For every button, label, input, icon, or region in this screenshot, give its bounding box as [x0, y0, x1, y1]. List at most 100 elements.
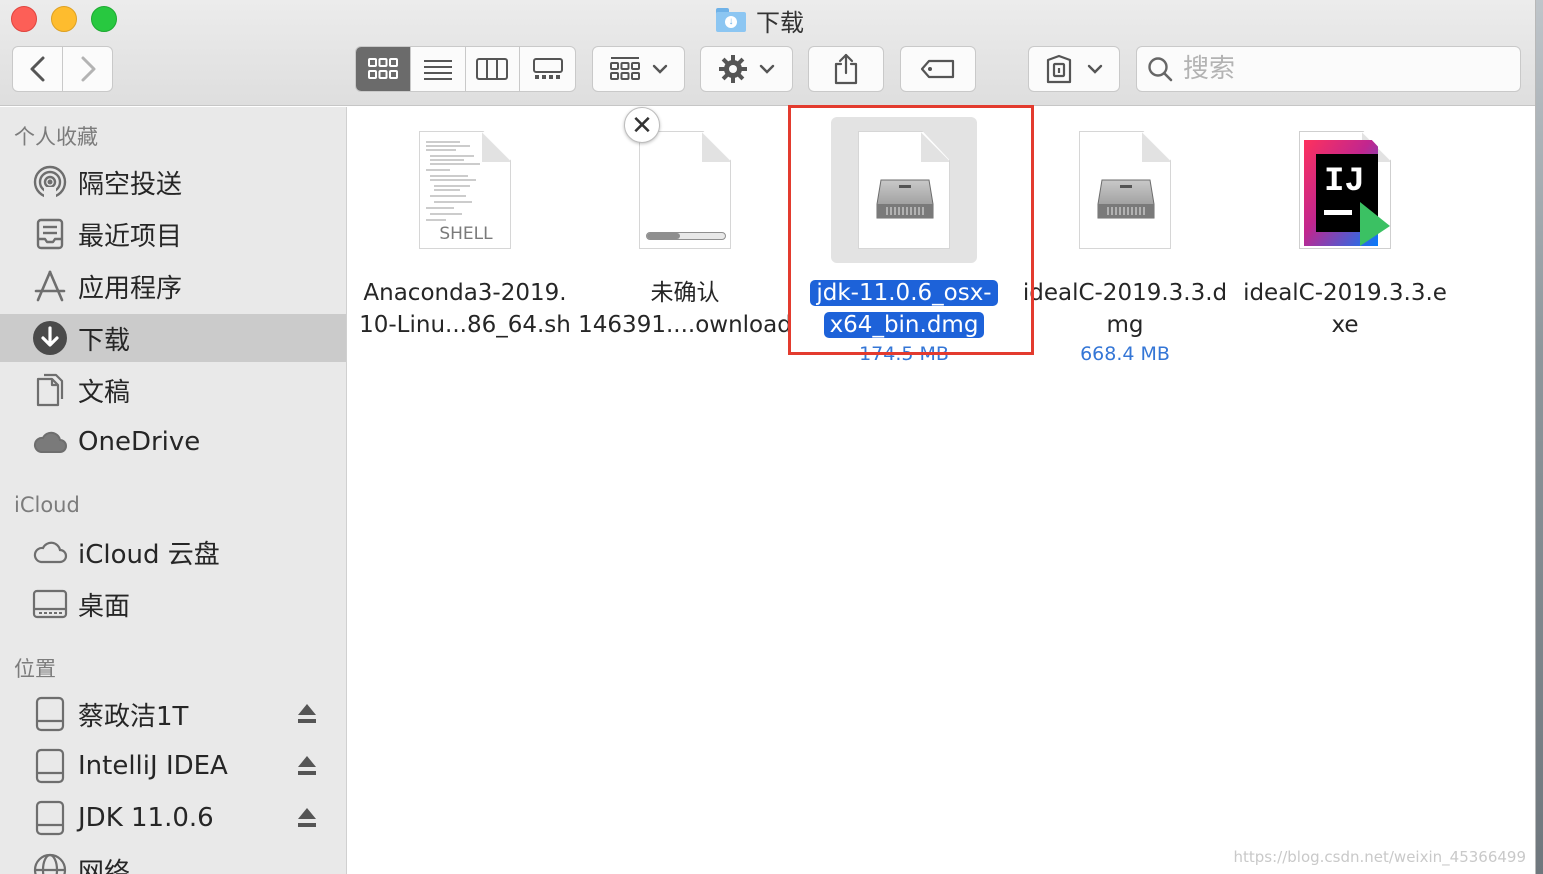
file-type-badge: SHELL: [439, 224, 493, 244]
icon-view-button[interactable]: [356, 47, 411, 91]
sidebar-item-label: 桌面: [78, 591, 131, 622]
hard-drive-icon: [1097, 179, 1155, 219]
sidebar-item-icloud-drive[interactable]: iCloud 云盘: [0, 528, 346, 576]
minimize-window-button[interactable]: [51, 6, 77, 32]
sidebar-item-label: 最近项目: [78, 221, 183, 252]
tag-icon: [920, 59, 955, 79]
sidebar-item-label: 蔡政洁1T: [78, 701, 189, 732]
hard-drive-icon: [876, 179, 934, 219]
eject-icon[interactable]: [297, 806, 317, 830]
toolbar: ↓ 下载: [0, 0, 1535, 106]
sidebar-item-label: iCloud 云盘: [78, 539, 220, 570]
window-title: ↓ 下载: [716, 4, 804, 37]
sidebar-item-documents[interactable]: 文稿: [0, 366, 346, 414]
file-size: 668.4 MB: [1080, 343, 1170, 365]
file-item[interactable]: 未确认 146391....ownload: [575, 117, 795, 341]
file-item-selected[interactable]: jdk-11.0.6_osx- x64_bin.dmg 174.5 MB: [794, 117, 1014, 365]
file-size: 174.5 MB: [859, 343, 949, 365]
network-icon: [32, 852, 68, 874]
file-name: idealC-2019.3.3.e xe: [1243, 280, 1447, 338]
group-icon: [609, 57, 640, 80]
window-title-text: 下载: [756, 9, 804, 37]
eject-icon[interactable]: [297, 702, 317, 726]
sidebar-item-desktop[interactable]: 桌面: [0, 580, 346, 628]
documents-icon: [32, 372, 68, 408]
list-view-button[interactable]: [411, 47, 466, 91]
sidebar-item-jdk[interactable]: JDK 11.0.6: [0, 794, 346, 842]
file-item[interactable]: SHELL Anaconda3-2019. 10-Linu...86_64.sh: [355, 117, 575, 341]
file-thumbnail: IJ: [1272, 117, 1418, 263]
file-thumbnail: [831, 117, 977, 263]
disk-image-icon: [1079, 131, 1171, 249]
back-button[interactable]: [12, 46, 63, 92]
sidebar-item-network[interactable]: 网络: [0, 846, 346, 874]
action-menu-button[interactable]: [700, 46, 793, 92]
close-window-button[interactable]: [11, 6, 37, 32]
disk-image-icon: [858, 131, 950, 249]
file-name: Anaconda3-2019. 10-Linu...86_64.sh: [359, 280, 571, 338]
sidebar-item-airdrop[interactable]: 隔空投送: [0, 158, 346, 206]
desktop-background: [1535, 0, 1543, 874]
cancel-download-icon[interactable]: ✕: [624, 107, 660, 143]
forward-button[interactable]: [62, 46, 113, 92]
search-field[interactable]: [1136, 46, 1521, 92]
storage-box-icon: [1046, 54, 1072, 84]
drive-icon: [32, 696, 68, 732]
sidebar-item-recents[interactable]: 最近项目: [0, 210, 346, 258]
column-view-button[interactable]: [466, 47, 521, 91]
chevron-down-icon: [652, 64, 667, 74]
sidebar-item-applications[interactable]: 应用程序: [0, 262, 346, 310]
sidebar-heading-icloud: iCloud: [14, 493, 80, 517]
downloads-folder-icon: ↓: [716, 8, 746, 32]
cloud-icon: [32, 534, 68, 570]
arrange-button[interactable]: [592, 46, 685, 92]
file-browser: SHELL Anaconda3-2019. 10-Linu...86_64.sh…: [348, 107, 1535, 874]
file-item[interactable]: IJ idealC-2019.3.3.e xe: [1235, 117, 1455, 341]
chevron-down-icon: [1087, 64, 1103, 74]
gallery-icon: [532, 58, 563, 79]
file-name: 未确认 146391....ownload: [578, 280, 792, 338]
applications-icon: [32, 268, 68, 304]
sidebar-item-label: 网络: [78, 857, 131, 874]
desktop-icon: [32, 586, 68, 622]
download-file-icon: [639, 131, 731, 249]
search-input[interactable]: [1183, 54, 1503, 84]
share-button[interactable]: [808, 46, 884, 92]
zoom-window-button[interactable]: [91, 6, 117, 32]
gallery-view-button[interactable]: [520, 47, 575, 91]
sidebar-item-intellij-idea[interactable]: IntelliJ IDEA: [0, 742, 346, 790]
tags-button[interactable]: [900, 46, 976, 92]
file-name: idealC-2019.3.3.d mg: [1022, 280, 1228, 338]
file-name: jdk-11.0.6_osx- x64_bin.dmg: [794, 277, 1014, 341]
sidebar-heading-locations: 位置: [14, 657, 56, 681]
airdrop-icon: [32, 164, 68, 200]
cloud-icon: [32, 424, 68, 460]
sidebar-item-label: 文稿: [78, 377, 131, 408]
sidebar-item-label: 下载: [78, 325, 131, 356]
sidebar-item-label: IntelliJ IDEA: [78, 751, 228, 781]
sidebar-item-drive-1t[interactable]: 蔡政洁1T: [0, 690, 346, 738]
view-mode-segmented-control: [355, 46, 576, 92]
storage-button[interactable]: [1028, 46, 1120, 92]
sidebar-item-label: 应用程序: [78, 273, 183, 304]
columns-icon: [476, 58, 509, 80]
share-icon: [834, 53, 858, 85]
downloads-icon: [32, 320, 68, 356]
file-item[interactable]: idealC-2019.3.3.d mg 668.4 MB: [1015, 117, 1235, 365]
chevron-left-icon: [30, 56, 44, 82]
sidebar-item-downloads[interactable]: 下载: [0, 314, 346, 362]
download-progress-bar: [646, 232, 726, 240]
file-thumbnail: SHELL: [392, 117, 538, 263]
search-icon: [1148, 57, 1173, 82]
sidebar-item-onedrive[interactable]: OneDrive: [0, 418, 346, 466]
file-thumbnail: [1052, 117, 1198, 263]
eject-icon[interactable]: [297, 754, 317, 778]
icon-grid-icon: [367, 58, 398, 79]
sidebar: 个人收藏 隔空投送 最近项目 应用程序 下载 文稿 OneDrive iClou…: [0, 107, 347, 874]
list-icon: [423, 60, 452, 80]
chevron-down-icon: [759, 64, 774, 74]
intellij-idea-icon: IJ: [1299, 131, 1391, 249]
drive-icon: [32, 800, 68, 836]
sidebar-item-label: OneDrive: [78, 427, 201, 457]
gear-icon: [718, 55, 747, 83]
